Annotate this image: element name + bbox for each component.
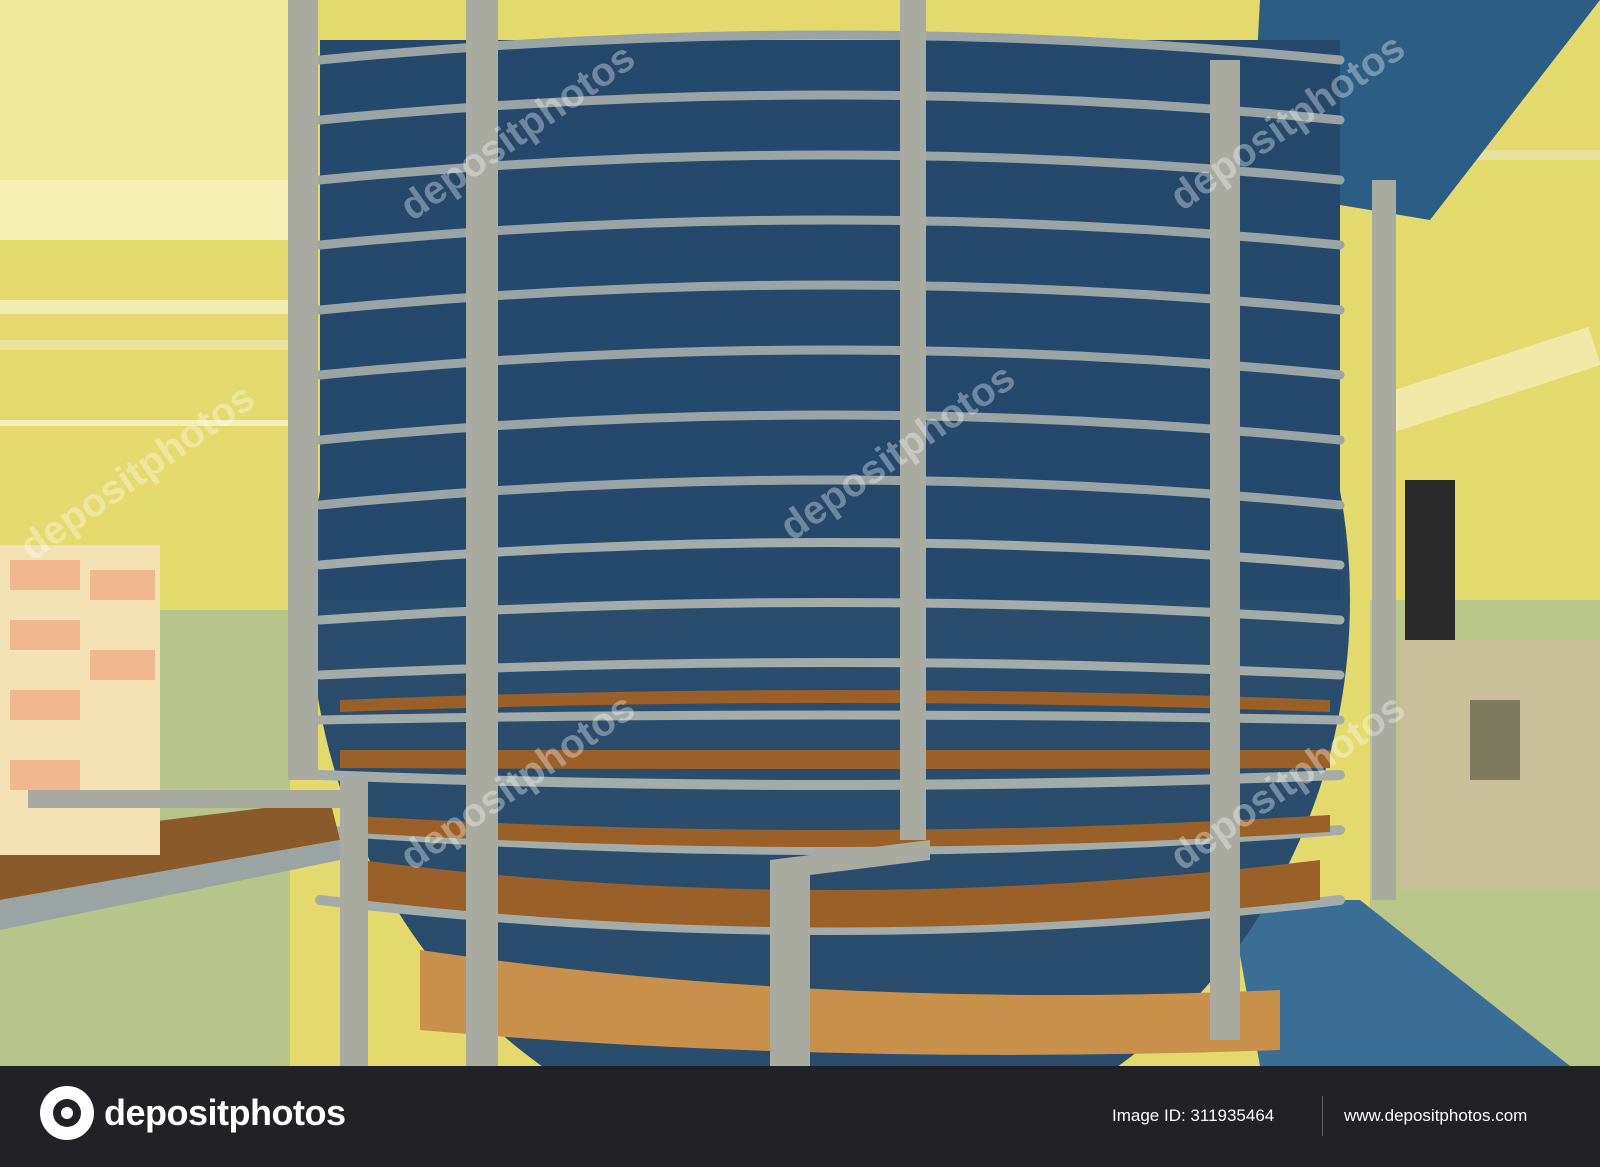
image-id: Image ID: 311935464: [1112, 1106, 1275, 1125]
stock-photo: depositphotos depositphotos depositphoto…: [0, 0, 1600, 1066]
depositphotos-logo[interactable]: depositphotos: [40, 1086, 346, 1140]
logo-text: depositphotos: [104, 1092, 346, 1133]
camera-lens-icon: [40, 1086, 94, 1140]
stock-footer-bar: depositphotos Image ID: 311935464 www.de…: [0, 1066, 1600, 1167]
footer-divider: [1322, 1096, 1323, 1136]
website-link[interactable]: www.depositphotos.com: [1344, 1106, 1527, 1126]
